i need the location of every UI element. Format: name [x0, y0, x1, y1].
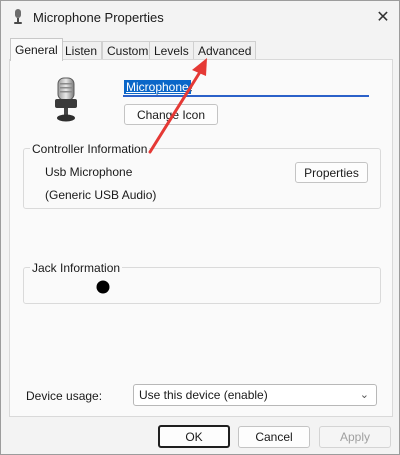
tab-label: Custom [107, 44, 149, 58]
controller-info-label: Controller Information [30, 142, 150, 156]
tab-label: General [15, 43, 58, 57]
apply-label: Apply [339, 430, 371, 444]
tab-levels[interactable]: Levels [149, 41, 194, 60]
tab-label: Levels [154, 44, 189, 58]
microphone-icon [55, 77, 77, 122]
tab-advanced[interactable]: Advanced [193, 41, 257, 60]
tab-label: Listen [65, 44, 98, 58]
change-icon-label: Change Icon [136, 107, 206, 122]
window-title: Microphone Properties [33, 10, 164, 25]
device-usage-select[interactable]: Use this device (enable) ⌄ [133, 384, 377, 406]
controller-properties-button[interactable]: Properties [295, 162, 368, 183]
ok-label: OK [185, 429, 203, 444]
tab-label: Advanced [198, 44, 252, 58]
microphone-title-icon [14, 9, 22, 24]
controller-name: Usb Microphone [45, 165, 133, 179]
close-button[interactable]: ✕ [369, 3, 397, 31]
jack-info-label: Jack Information [30, 261, 123, 275]
title-bar: Microphone Properties ✕ [1, 1, 399, 33]
tab-custom[interactable]: Custom [102, 41, 154, 60]
apply-button[interactable]: Apply [319, 426, 391, 448]
ok-button[interactable]: OK [158, 425, 230, 448]
cancel-label: Cancel [255, 430, 293, 444]
device-name-selection: Microphone [124, 80, 191, 94]
change-icon-button[interactable]: Change Icon [124, 104, 218, 125]
chevron-down-icon: ⌄ [359, 389, 369, 401]
properties-dialog: Microphone Properties ✕ General Listen C… [0, 0, 400, 455]
device-usage-label: Device usage: [26, 389, 103, 403]
tab-general[interactable]: General [10, 38, 63, 61]
cancel-button[interactable]: Cancel [238, 426, 310, 448]
jack-color-indicator-icon [96, 280, 110, 294]
properties-label: Properties [304, 165, 359, 180]
controller-driver: (Generic USB Audio) [45, 188, 157, 202]
device-usage-value: Use this device (enable) [139, 388, 268, 402]
tab-listen[interactable]: Listen [60, 41, 103, 60]
